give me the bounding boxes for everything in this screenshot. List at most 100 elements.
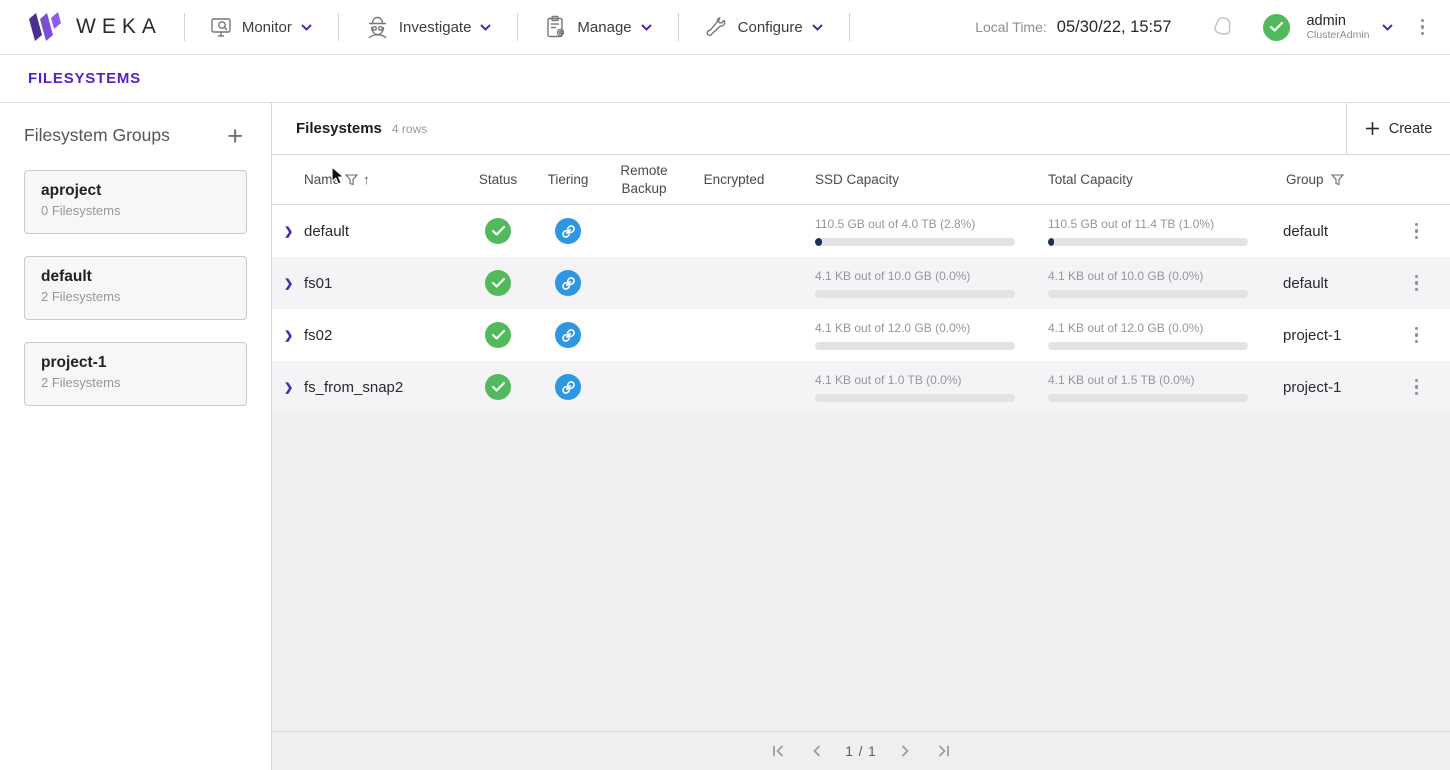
create-filesystem-button[interactable]: Create (1365, 121, 1433, 137)
capacity-progress-bar (815, 394, 1015, 402)
nav-configure-label: Configure (738, 19, 803, 36)
filesystem-group-card[interactable]: aproject0 Filesystems (24, 170, 247, 234)
column-ssd-capacity[interactable]: SSD Capacity (780, 172, 1015, 187)
ssd-capacity-cell: 4.1 KB out of 12.0 GB (0.0%) (780, 321, 1015, 350)
nav-monitor-label: Monitor (242, 19, 292, 36)
group-filesystem-count: 2 Filesystems (41, 289, 230, 304)
table-row[interactable]: ❯default110.5 GB out of 4.0 TB (2.8%)110… (272, 205, 1450, 257)
column-encrypted[interactable]: Encrypted (688, 171, 780, 189)
monitor-magnifier-icon (209, 15, 233, 39)
row-menu-button[interactable] (1409, 375, 1425, 400)
column-tiering[interactable]: Tiering (536, 171, 600, 189)
first-page-button[interactable] (770, 743, 787, 759)
tiering-link-icon (555, 322, 581, 348)
detective-icon (365, 15, 390, 40)
row-menu-button[interactable] (1409, 323, 1425, 348)
capacity-text: 4.1 KB out of 10.0 GB (0.0%) (1048, 269, 1283, 283)
expand-row-chevron-icon[interactable]: ❯ (284, 225, 304, 238)
capacity-progress-bar (815, 238, 1015, 246)
table-title: Filesystems (296, 120, 382, 137)
topbar-right: Local Time: 05/30/22, 15:57 admin Cluste… (975, 12, 1430, 42)
capacity-progress-bar (815, 342, 1015, 350)
divider (849, 13, 850, 41)
user-name: admin (1306, 13, 1369, 30)
status-ok-icon (485, 270, 511, 296)
table-row[interactable]: ❯fs014.1 KB out of 10.0 GB (0.0%)4.1 KB … (272, 257, 1450, 309)
filesystem-name: fs02 (304, 327, 460, 344)
filesystem-group-card[interactable]: default 2 Filesystems (24, 256, 247, 320)
wrench-icon (705, 15, 729, 39)
total-capacity-cell: 4.1 KB out of 12.0 GB (0.0%) (1015, 321, 1283, 350)
chevron-down-icon[interactable] (1382, 24, 1393, 31)
capacity-progress-bar (1048, 238, 1248, 246)
add-group-button[interactable]: + (223, 126, 247, 146)
ssd-capacity-cell: 4.1 KB out of 10.0 GB (0.0%) (780, 269, 1015, 298)
cluster-status-ok-icon[interactable] (1263, 14, 1290, 41)
breadcrumb-bar: FILESYSTEMS (0, 55, 1450, 103)
capacity-progress-bar (1048, 290, 1248, 298)
status-ok-icon (485, 374, 511, 400)
group-name: project-1 (41, 354, 230, 372)
user-menu[interactable]: admin ClusterAdmin (1306, 13, 1369, 42)
row-group: default (1283, 275, 1383, 292)
sort-ascending-icon[interactable]: ↑ (363, 172, 370, 187)
filter-icon[interactable] (1331, 174, 1344, 186)
table-row-count: 4 rows (392, 122, 427, 136)
notifications-bell-icon[interactable] (1209, 12, 1239, 42)
group-name: default (41, 268, 230, 286)
filter-icon[interactable] (345, 174, 358, 186)
nav-manage-label: Manage (577, 19, 631, 36)
nav-monitor[interactable]: Monitor (199, 15, 322, 39)
capacity-progress-bar (815, 290, 1015, 298)
divider (517, 13, 518, 41)
ssd-capacity-cell: 4.1 KB out of 1.0 TB (0.0%) (780, 373, 1015, 402)
capacity-text: 4.1 KB out of 1.5 TB (0.0%) (1048, 373, 1283, 387)
chevron-down-icon (641, 24, 652, 31)
table-row[interactable]: ❯fs02 4.1 KB out of 12.0 GB (0.0%)4.1 KB … (272, 309, 1450, 361)
tiering-link-icon (555, 374, 581, 400)
row-group: default (1283, 223, 1383, 240)
row-menu-button[interactable] (1409, 219, 1425, 244)
filesystem-groups-sidebar: Filesystem Groups + aproject0 Filesystem… (0, 103, 272, 770)
capacity-progress-bar (1048, 394, 1248, 402)
column-remote-backup[interactable]: Remote Backup (600, 162, 688, 197)
divider (678, 13, 679, 41)
last-page-button[interactable] (935, 743, 952, 759)
previous-page-button[interactable] (809, 743, 823, 759)
nav-investigate[interactable]: Investigate (355, 15, 502, 40)
column-total-capacity[interactable]: Total Capacity (1015, 172, 1283, 187)
capacity-text: 110.5 GB out of 11.4 TB (1.0%) (1048, 217, 1283, 231)
nav-configure[interactable]: Configure (695, 15, 833, 39)
weka-logo-icon (28, 12, 64, 42)
page-indicator: 1 / 1 (845, 744, 876, 759)
plus-icon (1365, 121, 1380, 136)
nav-investigate-label: Investigate (399, 19, 472, 36)
expand-row-chevron-icon[interactable]: ❯ (284, 277, 304, 290)
weka-app: WEKA Monitor Investigate (0, 0, 1450, 770)
more-options-button[interactable] (1415, 15, 1431, 40)
local-time-label: Local Time: (975, 19, 1047, 35)
column-group[interactable]: Group (1283, 172, 1383, 187)
column-name[interactable]: Name ↑ (304, 172, 460, 187)
filesystem-name: default (304, 223, 460, 240)
divider (338, 13, 339, 41)
pagination-bar: 1 / 1 (272, 731, 1450, 770)
total-capacity-cell: 4.1 KB out of 10.0 GB (0.0%) (1015, 269, 1283, 298)
filesystem-group-card[interactable]: project-12 Filesystems (24, 342, 247, 406)
expand-row-chevron-icon[interactable]: ❯ (284, 329, 304, 342)
capacity-text: 4.1 KB out of 12.0 GB (0.0%) (815, 321, 1015, 335)
local-time-value: 05/30/22, 15:57 (1057, 18, 1172, 37)
sidebar-title: Filesystem Groups (24, 125, 170, 146)
page-title: FILESYSTEMS (28, 70, 141, 87)
weka-logo[interactable]: WEKA (28, 12, 162, 42)
next-page-button[interactable] (899, 743, 913, 759)
row-menu-button[interactable] (1409, 271, 1425, 296)
row-group: project-1 (1283, 379, 1383, 396)
column-status[interactable]: Status (460, 171, 536, 189)
nav-manage[interactable]: Manage (534, 15, 661, 39)
group-filesystem-count: 0 Filesystems (41, 203, 230, 218)
filesystem-name: fs_from_snap2 (304, 379, 460, 396)
user-role: ClusterAdmin (1306, 29, 1369, 41)
table-row[interactable]: ❯fs_from_snap2 4.1 KB out of 1.0 TB (0.0%… (272, 361, 1450, 413)
expand-row-chevron-icon[interactable]: ❯ (284, 381, 304, 394)
